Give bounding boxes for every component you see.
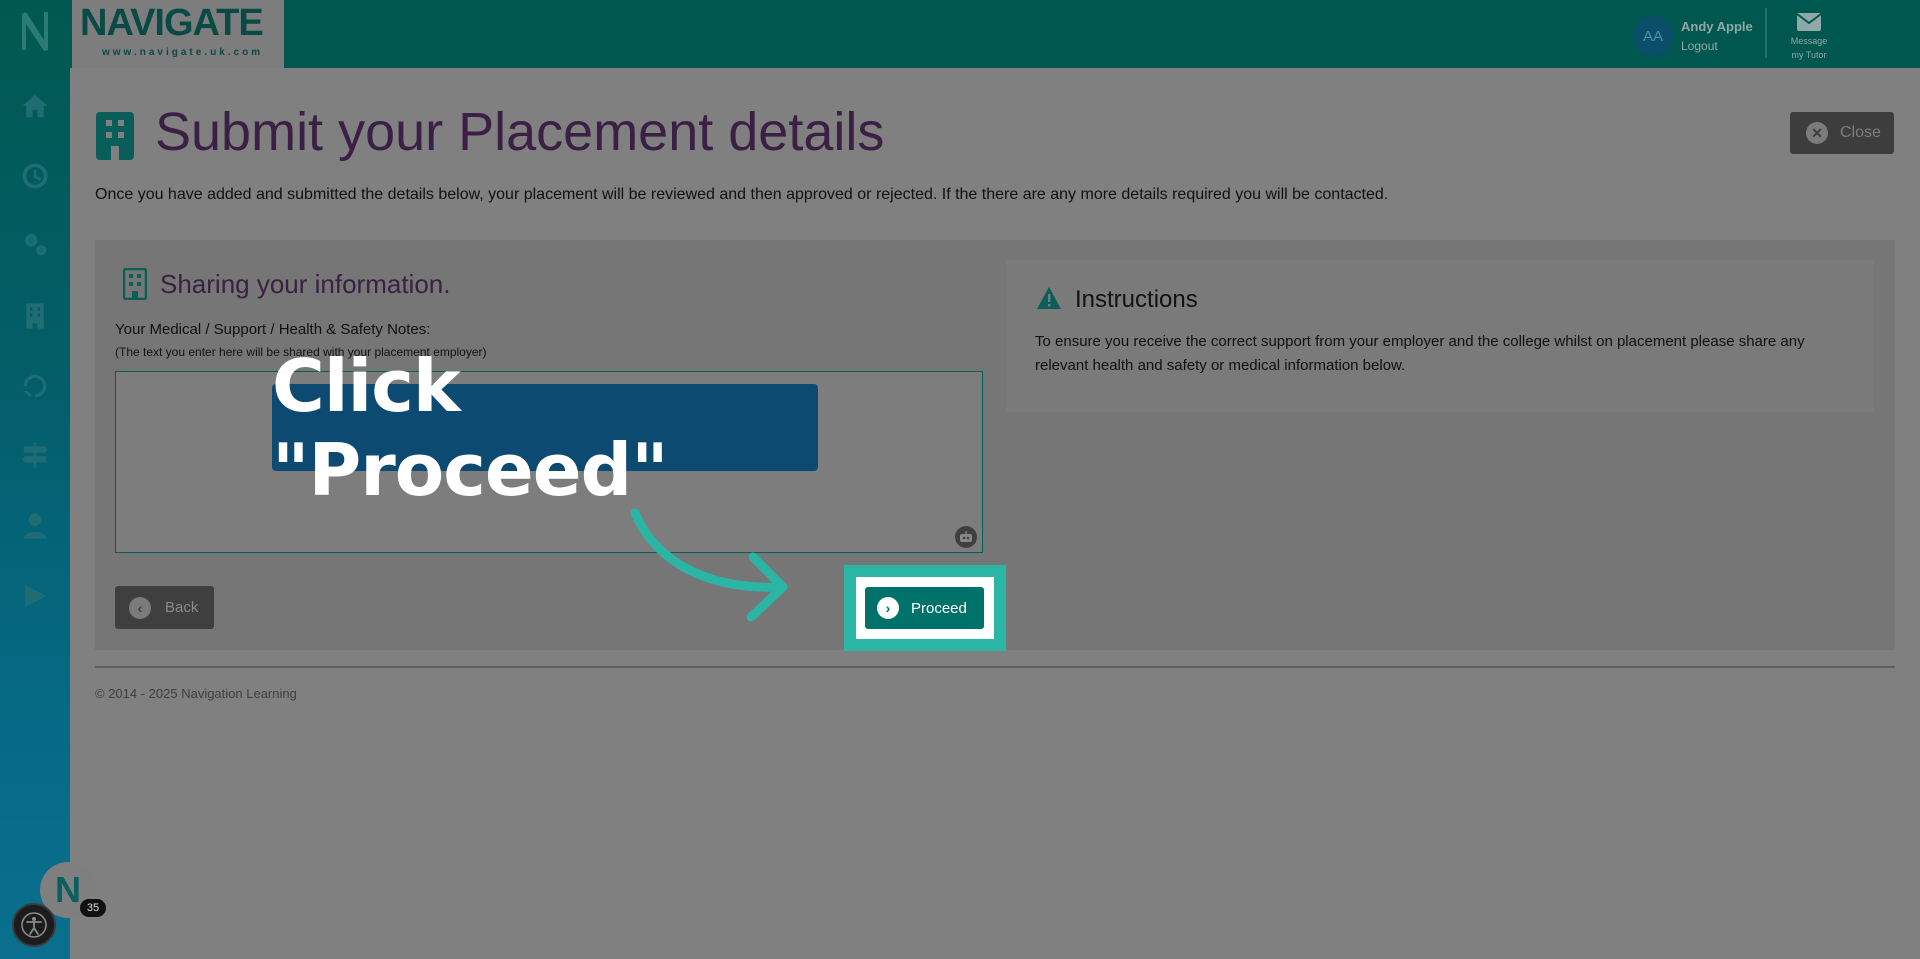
message-tutor-link[interactable]: Message my Tutor bbox=[1778, 34, 1840, 62]
building-icon[interactable] bbox=[17, 298, 53, 334]
notes-label: Your Medical / Support / Health & Safety… bbox=[115, 321, 431, 338]
sidebar bbox=[0, 0, 70, 959]
play-icon[interactable] bbox=[17, 578, 53, 614]
instruction-callout: Click "Proceed" bbox=[272, 344, 818, 512]
gears-icon[interactable] bbox=[17, 226, 53, 262]
page-title: Submit your Placement details bbox=[155, 102, 885, 162]
signpost-icon[interactable] bbox=[17, 437, 53, 473]
building-icon bbox=[96, 112, 134, 160]
proceed-button[interactable]: › Proceed bbox=[865, 587, 984, 629]
proceed-label: Proceed bbox=[911, 599, 967, 617]
instructions-text: To ensure you receive the correct suppor… bbox=[1035, 333, 1805, 374]
navigate-logo-icon[interactable] bbox=[20, 10, 50, 52]
brand-logo[interactable]: NAVIGATE www.navigate.uk.com bbox=[72, 0, 284, 68]
user-icon[interactable] bbox=[17, 508, 53, 544]
envelope-icon[interactable] bbox=[1796, 12, 1822, 32]
arrow-icon bbox=[630, 508, 788, 622]
close-button[interactable]: ✕ Close bbox=[1790, 112, 1894, 154]
footer-divider bbox=[95, 666, 1895, 668]
refresh-hand-icon[interactable] bbox=[17, 368, 53, 404]
logout-link[interactable]: Logout bbox=[1681, 39, 1718, 53]
close-label: Close bbox=[1840, 124, 1881, 141]
accessibility-icon[interactable] bbox=[12, 903, 56, 947]
avatar[interactable]: AA bbox=[1633, 16, 1673, 56]
close-icon: ✕ bbox=[1806, 122, 1828, 144]
section-title: Sharing your information. bbox=[160, 269, 451, 299]
top-divider bbox=[1765, 8, 1767, 58]
notification-badge: 35 bbox=[80, 899, 106, 917]
user-name[interactable]: Andy Apple bbox=[1681, 19, 1753, 34]
brand-url: www.navigate.uk.com bbox=[102, 47, 264, 58]
brand-name: NAVIGATE bbox=[80, 2, 264, 44]
instructions-title: Instructions bbox=[1075, 286, 1198, 313]
footer-copyright: © 2014 - 2025 Navigation Learning bbox=[95, 686, 297, 701]
back-label: Back bbox=[165, 599, 199, 616]
home-icon[interactable] bbox=[17, 88, 53, 124]
warning-icon bbox=[1037, 287, 1061, 309]
message-label-line1: Message bbox=[1790, 36, 1828, 46]
robot-icon[interactable] bbox=[955, 526, 977, 548]
building-icon bbox=[123, 268, 147, 300]
message-label-line2: my Tutor bbox=[1791, 50, 1827, 60]
chevron-left-icon: ‹ bbox=[129, 596, 151, 619]
chevron-right-icon: › bbox=[877, 597, 899, 619]
back-button[interactable]: ‹ Back bbox=[115, 586, 214, 629]
fab-letter: N bbox=[55, 869, 81, 910]
clock-icon[interactable] bbox=[17, 158, 53, 194]
intro-text: Once you have added and submitted the de… bbox=[95, 186, 1389, 203]
